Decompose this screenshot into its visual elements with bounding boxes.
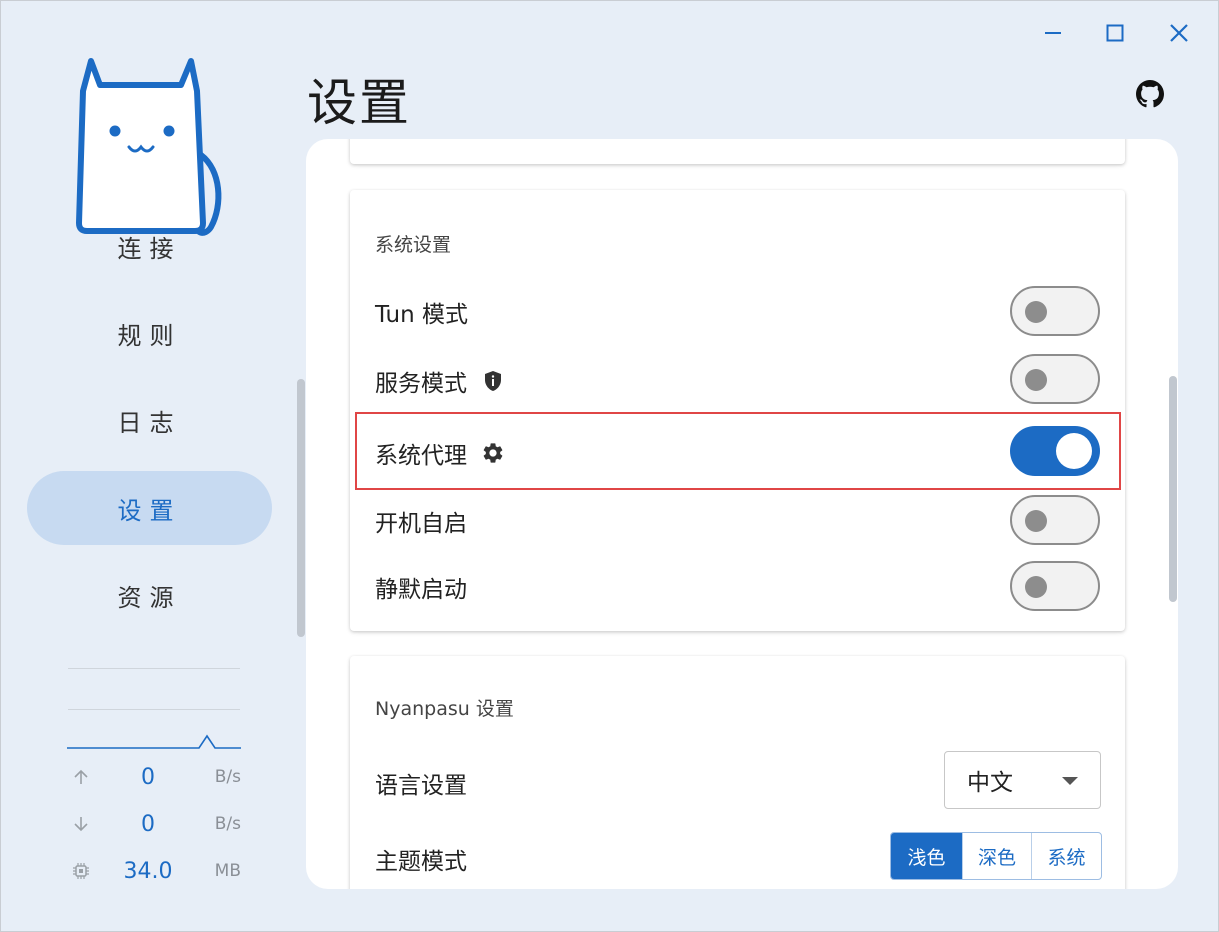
page-title: 设置 xyxy=(307,74,411,132)
nav-rules[interactable]: 规则 xyxy=(27,296,272,370)
memory-unit: MB xyxy=(214,861,241,881)
gear-icon[interactable] xyxy=(481,441,505,465)
arrow-down-icon xyxy=(74,817,88,832)
upload-unit: B/s xyxy=(214,767,241,787)
system-settings-title: 系统设置 xyxy=(375,234,452,256)
arrow-up-icon xyxy=(74,769,88,784)
nav-resources[interactable]: 资源 xyxy=(27,558,272,632)
maximize-button[interactable] xyxy=(1095,15,1135,51)
sidebar-scrollbar[interactable] xyxy=(297,379,305,637)
row-label-text: 服务模式 xyxy=(375,371,467,397)
traffic-grid-line xyxy=(68,709,240,710)
auto-launch-toggle[interactable] xyxy=(1010,495,1100,545)
language-value: 中文 xyxy=(967,770,1013,796)
nav-logs[interactable]: 日志 xyxy=(27,383,272,457)
row-label-text: Tun 模式 xyxy=(375,302,469,328)
row-label-text: 静默启动 xyxy=(375,577,467,603)
row-label-text: 系统代理 xyxy=(375,443,467,469)
system-proxy-label: 系统代理 xyxy=(375,436,505,470)
settings-panel: 系统设置 Tun 模式 服务模式 系统代理 开机自启 静默启动 Nyanpasu… xyxy=(306,139,1178,889)
system-proxy-toggle[interactable] xyxy=(1010,426,1100,476)
upload-value: 0 xyxy=(141,764,155,790)
silent-start-toggle[interactable] xyxy=(1010,561,1100,611)
download-unit: B/s xyxy=(214,814,241,834)
service-mode-label: 服务模式 xyxy=(375,364,505,398)
traffic-graph xyxy=(67,734,241,749)
github-icon[interactable] xyxy=(1136,80,1164,108)
silent-start-label: 静默启动 xyxy=(375,570,467,604)
close-button[interactable] xyxy=(1159,15,1199,51)
maximize-icon xyxy=(1106,24,1124,42)
previous-settings-card xyxy=(350,139,1125,164)
nav-connections[interactable]: 连接 xyxy=(27,209,272,283)
nav-label: 资源 xyxy=(117,583,182,612)
shield-info-icon[interactable] xyxy=(481,369,505,393)
language-select[interactable]: 中文 xyxy=(944,751,1101,809)
tun-mode-toggle[interactable] xyxy=(1010,286,1100,336)
theme-option-system[interactable]: 系统 xyxy=(1031,833,1101,879)
auto-launch-label: 开机自启 xyxy=(375,504,467,538)
row-label-text: 开机自启 xyxy=(375,511,467,537)
nav-settings[interactable]: 设置 xyxy=(27,471,272,545)
nav-label: 规则 xyxy=(117,321,182,350)
content-scrollbar[interactable] xyxy=(1169,376,1177,602)
upload-speed: 0 B/s xyxy=(67,762,241,792)
row-label-text: 语言设置 xyxy=(375,773,467,799)
service-mode-toggle[interactable] xyxy=(1010,354,1100,404)
language-label: 语言设置 xyxy=(375,766,467,800)
nav-label: 连接 xyxy=(117,234,182,263)
theme-label: 主题模式 xyxy=(375,842,467,876)
nav-label: 日志 xyxy=(117,408,182,437)
theme-mode-toggle-group: 浅色 深色 系统 xyxy=(890,832,1102,880)
theme-option-light[interactable]: 浅色 xyxy=(891,833,962,879)
system-settings-card: 系统设置 Tun 模式 服务模式 系统代理 开机自启 静默启动 xyxy=(350,190,1125,631)
memory-value: 34.0 xyxy=(123,858,173,884)
chevron-down-icon xyxy=(1062,777,1078,785)
minimize-button[interactable] xyxy=(1033,15,1073,51)
memory-usage: 34.0 MB xyxy=(67,856,241,886)
tun-mode-label: Tun 模式 xyxy=(375,295,468,329)
nav-label: 设置 xyxy=(117,496,182,525)
close-icon xyxy=(1170,24,1188,42)
minimize-icon xyxy=(1045,32,1061,34)
memory-chip-icon xyxy=(73,863,89,879)
download-value: 0 xyxy=(141,811,155,837)
theme-option-dark[interactable]: 深色 xyxy=(962,833,1031,879)
traffic-grid-line xyxy=(68,668,240,669)
nyanpasu-settings-title: Nyanpasu 设置 xyxy=(375,698,514,720)
row-label-text: 主题模式 xyxy=(375,849,467,875)
download-speed: 0 B/s xyxy=(67,809,241,839)
app-window: 连接 规则 日志 设置 资源 0 B/s 0 B/s 34.0 MB 设置 系统… xyxy=(0,0,1219,932)
